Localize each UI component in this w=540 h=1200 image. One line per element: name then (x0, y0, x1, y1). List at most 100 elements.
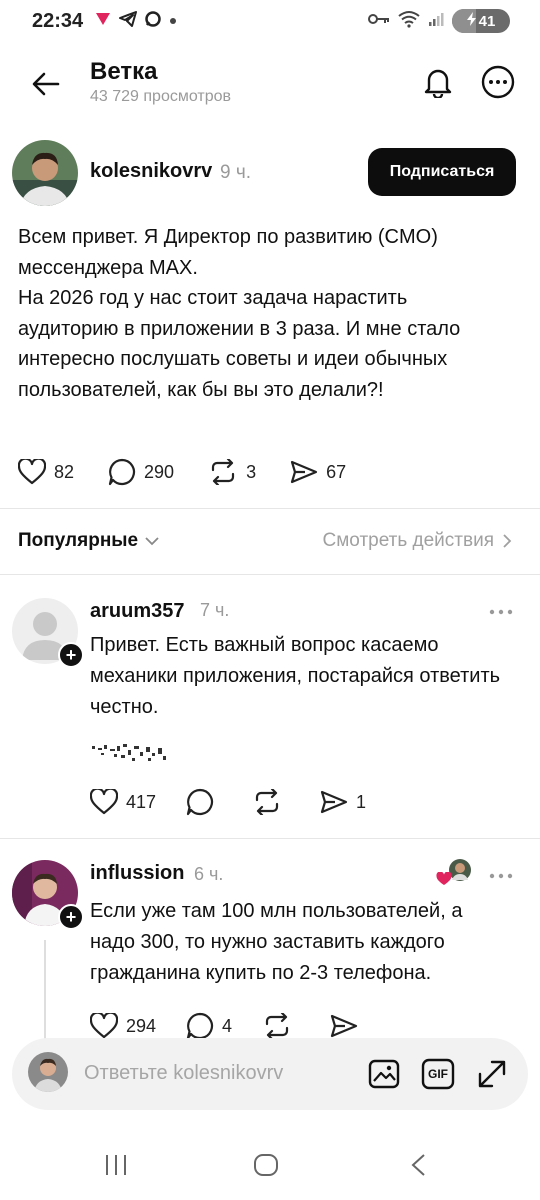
recent-apps-icon (106, 1155, 126, 1175)
expand-icon (478, 1060, 506, 1088)
thread-line (44, 940, 46, 1040)
more-dots-icon (489, 609, 513, 615)
share-button[interactable]: 1 (320, 790, 366, 814)
repost-icon (265, 1013, 289, 1039)
views-count: 43 729 просмотров (90, 88, 232, 105)
comment-more-button[interactable] (486, 602, 516, 622)
key-icon (368, 12, 390, 31)
back-chevron-icon (411, 1154, 425, 1176)
gif-button[interactable]: GIF (420, 1056, 456, 1092)
wifi-icon (398, 10, 420, 33)
sort-dropdown[interactable]: Популярные (18, 530, 160, 552)
chevron-right-icon (503, 534, 512, 548)
sticker-icon (92, 744, 166, 761)
status-time: 22:34 (32, 10, 84, 32)
reposts-count: 3 (246, 461, 257, 482)
bell-icon (424, 69, 452, 98)
comment-text: Если уже там 100 млн пользователей, а на… (90, 900, 463, 984)
comment-author[interactable]: aruum357 (90, 600, 185, 623)
comment-time: 6 ч. (194, 864, 224, 884)
reply-input[interactable] (84, 1056, 344, 1090)
status-system-icons: 41 (368, 9, 510, 33)
comment-author[interactable]: influssion (90, 862, 184, 885)
comment-bubble-icon (186, 1012, 214, 1040)
shares-count: 1 (356, 791, 367, 812)
more-options-button[interactable] (480, 64, 516, 100)
recent-apps-button[interactable] (96, 1150, 136, 1180)
page-title: Ветка (90, 58, 158, 85)
status-bar: 22:34 41 (0, 0, 540, 46)
share-button[interactable] (330, 1014, 366, 1038)
comment-time: 7 ч. (200, 600, 230, 620)
image-icon (368, 1059, 400, 1089)
sort-label: Популярные (18, 530, 139, 551)
comment-button[interactable] (186, 788, 222, 816)
repost-button[interactable] (262, 1013, 300, 1039)
status-notifications (94, 10, 178, 33)
comment-button[interactable]: 290 (108, 458, 174, 486)
comments-count: 290 (144, 461, 175, 482)
send-icon (330, 1014, 358, 1038)
back-button[interactable] (28, 66, 64, 102)
repost-icon (211, 459, 235, 485)
comment-avatar[interactable]: + (12, 598, 84, 668)
attach-image-button[interactable] (366, 1056, 402, 1092)
home-icon (254, 1154, 278, 1176)
comments-count: 4 (222, 1015, 233, 1036)
repost-button[interactable] (252, 789, 290, 815)
charging-icon (466, 12, 476, 30)
attached-sticker[interactable] (90, 740, 170, 771)
comment-avatar[interactable]: + (12, 860, 84, 930)
post-actions: 82 290 3 67 (18, 458, 346, 486)
view-actions-link[interactable]: Смотреть действия (323, 530, 512, 552)
author-liked-badge (436, 858, 474, 888)
max-icon (144, 10, 162, 33)
repost-icon (255, 789, 279, 815)
subscribe-button[interactable]: Подписаться (368, 148, 516, 196)
follow-plus-button[interactable]: + (58, 904, 84, 930)
divider (0, 508, 540, 509)
comment-bubble-icon (186, 788, 214, 816)
repost-button[interactable]: 3 (208, 459, 256, 485)
vk-heart-icon (94, 11, 112, 32)
telegram-icon (118, 10, 138, 33)
likes-count: 294 (126, 1015, 157, 1036)
post-time: 9 ч. (220, 162, 252, 183)
more-horizontal-icon (481, 65, 515, 99)
more-dots-icon (489, 873, 513, 879)
divider (0, 838, 540, 839)
like-button[interactable]: 82 (18, 459, 74, 485)
comment-button[interactable]: 4 (186, 1012, 232, 1040)
post-author[interactable]: kolesnikovrv (90, 160, 212, 183)
home-button[interactable] (246, 1150, 286, 1180)
follow-plus-button[interactable]: + (58, 642, 84, 668)
like-button[interactable]: 417 (90, 789, 156, 815)
comment-more-button[interactable] (486, 866, 516, 886)
comment-bubble-icon (108, 458, 136, 486)
system-nav-bar (0, 1130, 540, 1200)
signal-icon (428, 11, 444, 32)
share-button[interactable]: 67 (290, 460, 346, 484)
battery-indicator: 41 (452, 9, 510, 33)
likes-count: 417 (126, 791, 157, 812)
send-icon (290, 460, 318, 484)
view-actions-label: Смотреть действия (322, 530, 494, 551)
chevron-down-icon (145, 537, 159, 546)
shares-count: 67 (326, 461, 347, 482)
gif-label: GIF (428, 1067, 448, 1081)
heart-icon (18, 459, 46, 485)
post-text: Всем привет. Я Директор по развитию (CMO… (18, 226, 461, 401)
red-heart-icon (436, 872, 452, 885)
arrow-left-icon (32, 72, 60, 96)
like-button[interactable]: 294 (90, 1013, 156, 1039)
reply-bar: GIF (12, 1038, 528, 1110)
likes-count: 82 (54, 461, 75, 482)
expand-button[interactable] (474, 1056, 510, 1092)
my-avatar (28, 1052, 68, 1092)
comment-text: Привет. Есть важный вопрос касаемо механ… (90, 634, 501, 718)
notifications-button[interactable] (420, 64, 456, 100)
dot-icon (168, 13, 178, 31)
nav-back-button[interactable] (398, 1150, 438, 1180)
avatar[interactable] (12, 140, 78, 206)
battery-level: 41 (478, 12, 496, 30)
